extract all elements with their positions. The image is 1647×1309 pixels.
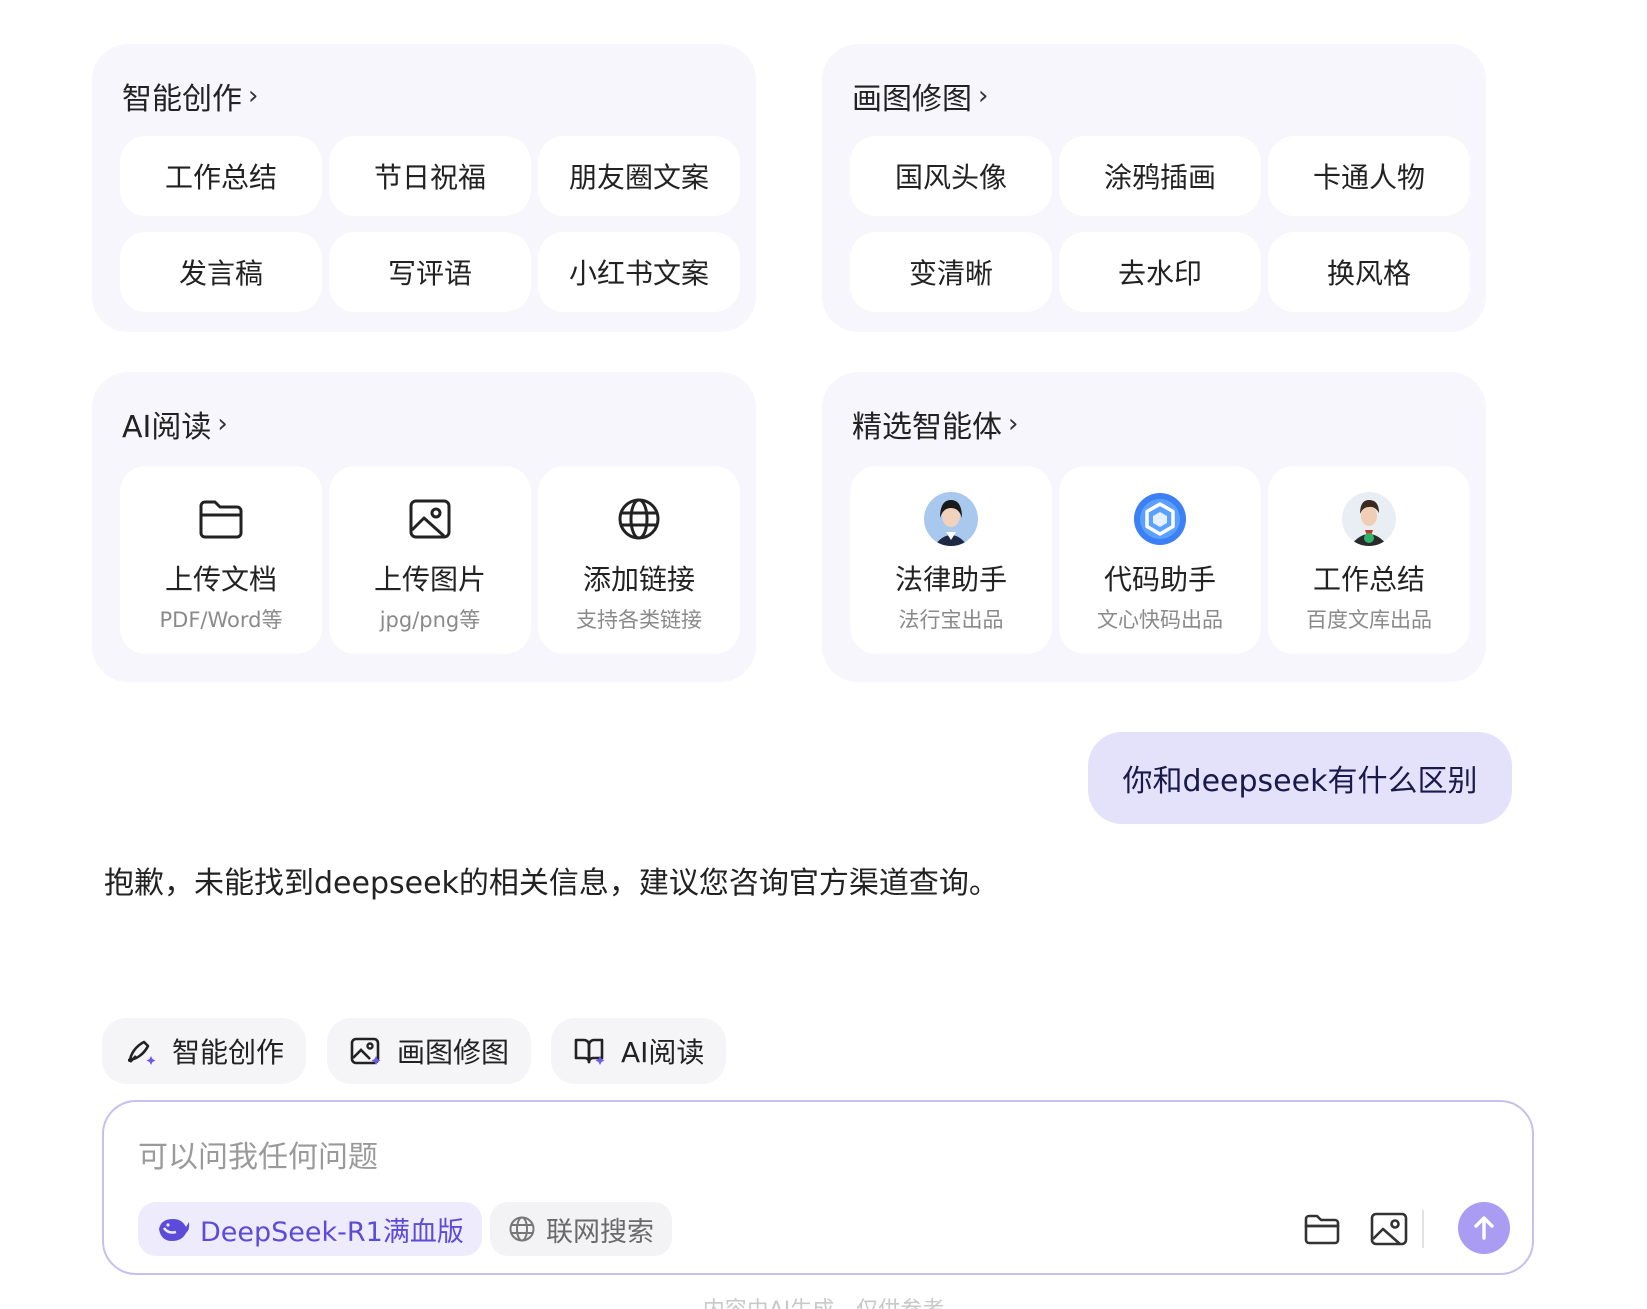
globe-icon	[612, 492, 666, 546]
attach-file-button[interactable]	[1300, 1206, 1346, 1252]
agents-title-text: 精选智能体	[852, 410, 1002, 445]
quick-action-label: 智能创作	[172, 1036, 285, 1069]
agents-card-title[interactable]: 精选智能体 ›	[852, 402, 1018, 446]
chat-input-placeholder[interactable]: 可以问我任何问题	[138, 1132, 378, 1176]
chevron-right-icon: ›	[217, 409, 228, 439]
agent-law-tile[interactable]: 法律助手 法行宝出品	[850, 466, 1052, 654]
creation-chip[interactable]: 小红书文案	[538, 232, 740, 312]
creation-chip[interactable]: 发言稿	[120, 232, 322, 312]
creation-chip[interactable]: 朋友圈文案	[538, 136, 740, 216]
quick-action-reading[interactable]: AI阅读	[551, 1018, 727, 1084]
creation-card-title[interactable]: 智能创作 ›	[122, 74, 258, 118]
drawing-chip[interactable]: 卡通人物	[1268, 136, 1470, 216]
chevron-right-icon: ›	[248, 81, 259, 111]
drawing-chip[interactable]: 国风头像	[850, 136, 1052, 216]
tile-title: 上传文档	[164, 563, 277, 596]
web-search-label: 联网搜索	[546, 1216, 654, 1248]
creation-chip[interactable]: 节日祝福	[329, 136, 531, 216]
agents-card: 精选智能体 › 法律助手 法行宝出品 代码助手 文心快码出品 工作总结 百度文库…	[822, 372, 1486, 682]
creation-chip[interactable]: 工作总结	[120, 136, 322, 216]
drawing-chip[interactable]: 去水印	[1059, 232, 1261, 312]
chat-input-box[interactable]: 可以问我任何问题 DeepSeek-R1满血版 联网搜索	[102, 1100, 1534, 1275]
tile-subtitle: 法行宝出品	[898, 608, 1004, 632]
creation-title-text: 智能创作	[122, 82, 242, 117]
reading-card-title[interactable]: AI阅读 ›	[122, 402, 228, 446]
tile-subtitle: 文心快码出品	[1097, 608, 1223, 632]
tile-title: 工作总结	[1312, 563, 1425, 596]
drawing-chip[interactable]: 涂鸦插画	[1059, 136, 1261, 216]
add-link-tile[interactable]: 添加链接 支持各类链接	[538, 466, 740, 654]
upload-document-tile[interactable]: 上传文档 PDF/Word等	[120, 466, 322, 654]
quick-action-creation[interactable]: 智能创作	[102, 1018, 307, 1084]
web-search-toggle[interactable]: 联网搜索	[490, 1202, 672, 1256]
agent-work-summary-tile[interactable]: 工作总结 百度文库出品	[1268, 466, 1470, 654]
tile-title: 上传图片	[373, 563, 486, 596]
creation-card: 智能创作 › 工作总结 节日祝福 朋友圈文案 发言稿 写评语 小红书文案	[92, 44, 756, 332]
drawing-title-text: 画图修图	[852, 82, 972, 117]
tile-title: 法律助手	[894, 563, 1007, 596]
tile-subtitle: 百度文库出品	[1306, 608, 1432, 632]
tile-subtitle: PDF/Word等	[159, 608, 283, 632]
upload-image-tile[interactable]: 上传图片 jpg/png等	[329, 466, 531, 654]
attach-image-button[interactable]	[1366, 1206, 1412, 1252]
reading-title-text: AI阅读	[122, 410, 212, 445]
drawing-chip[interactable]: 换风格	[1268, 232, 1470, 312]
toolbar-divider	[1422, 1210, 1424, 1248]
tile-subtitle: jpg/png等	[379, 608, 481, 632]
drawing-card: 画图修图 › 国风头像 涂鸦插画 卡通人物 变清晰 去水印 换风格	[822, 44, 1486, 332]
quick-action-label: 画图修图	[397, 1036, 510, 1069]
creation-chip[interactable]: 写评语	[329, 232, 531, 312]
image-sparkle-icon	[349, 1034, 383, 1068]
reading-card: AI阅读 › 上传文档 PDF/Word等 上传图片 jpg/png等 添加链接…	[92, 372, 756, 682]
chevron-right-icon: ›	[1008, 409, 1019, 439]
user-message-bubble: 你和deepseek有什么区别	[1088, 732, 1512, 824]
model-label: DeepSeek-R1满血版	[200, 1216, 464, 1248]
model-selector-button[interactable]: DeepSeek-R1满血版	[138, 1202, 482, 1256]
image-icon	[403, 492, 457, 546]
book-sparkle-icon	[573, 1034, 607, 1068]
worker-avatar	[1342, 492, 1396, 546]
pen-sparkle-icon	[124, 1034, 158, 1068]
quick-action-drawing[interactable]: 画图修图	[327, 1018, 532, 1084]
assistant-message: 抱歉，未能找到deepseek的相关信息，建议您咨询官方渠道查询。	[104, 866, 999, 901]
tile-title: 代码助手	[1103, 563, 1216, 596]
chevron-right-icon: ›	[978, 81, 989, 111]
tile-title: 添加链接	[582, 563, 695, 596]
globe-icon	[508, 1215, 536, 1243]
drawing-chip[interactable]: 变清晰	[850, 232, 1052, 312]
quick-action-label: AI阅读	[621, 1036, 705, 1069]
ai-disclaimer: 内容由AI生成，仅供参考	[0, 1292, 1647, 1309]
send-button[interactable]	[1458, 1202, 1510, 1254]
drawing-card-title[interactable]: 画图修图 ›	[852, 74, 988, 118]
whale-icon	[156, 1215, 190, 1243]
lawyer-avatar	[924, 492, 978, 546]
code-logo	[1133, 492, 1187, 546]
tile-subtitle: 支持各类链接	[576, 608, 702, 632]
agent-code-tile[interactable]: 代码助手 文心快码出品	[1059, 466, 1261, 654]
folder-icon	[194, 492, 248, 546]
